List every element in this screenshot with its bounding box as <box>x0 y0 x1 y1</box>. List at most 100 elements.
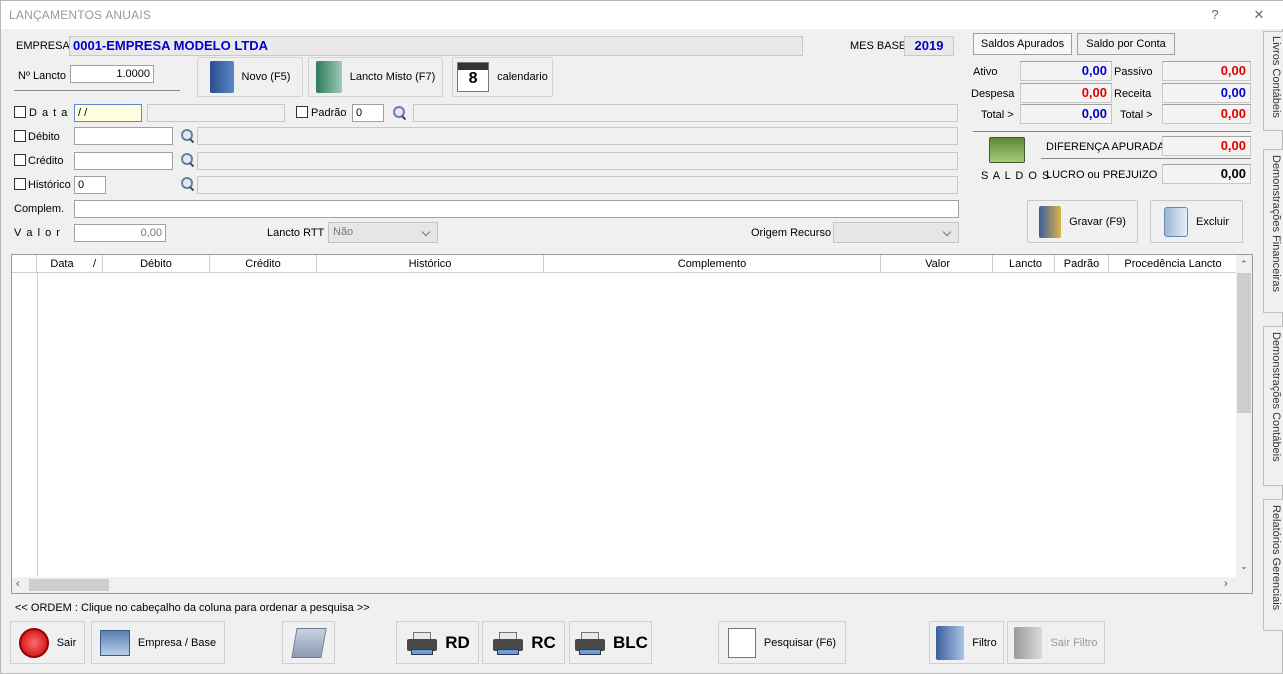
blc-label: BLC <box>613 632 648 652</box>
diferenca-value: 0,00 <box>1162 136 1251 156</box>
nlancto-field[interactable]: 1.0000 <box>70 65 154 83</box>
complem-field[interactable] <box>74 200 959 218</box>
title-bar: LANÇAMENTOS ANUAIS ? ✕ <box>1 1 1283 29</box>
grid-col-procedencia[interactable]: Procedência Lancto <box>1109 255 1237 273</box>
rd-button[interactable]: RD <box>396 621 479 664</box>
total-right-value: 0,00 <box>1162 104 1251 124</box>
grid-col-padrao[interactable]: Padrão <box>1055 255 1109 273</box>
sair-label: Sair <box>56 636 77 649</box>
padrao-desc-field <box>413 104 958 122</box>
pesquisar-button[interactable]: Pesquisar (F6) <box>718 621 846 664</box>
historico-label: Histórico <box>28 179 71 191</box>
mes-base-label: MES BASE <box>850 40 907 52</box>
scroll-left-icon[interactable]: ‹ <box>16 578 20 590</box>
grid-col-debito[interactable]: Débito <box>103 255 210 273</box>
calendario-button[interactable]: 8 calendario <box>452 57 553 97</box>
divider <box>14 90 180 91</box>
lucro-value: 0,00 <box>1162 164 1251 184</box>
ativo-value: 0,00 <box>1020 61 1112 81</box>
search-icon[interactable] <box>180 176 194 190</box>
debito-field[interactable] <box>74 127 173 145</box>
horizontal-scrollbar[interactable]: ‹ › <box>12 577 1252 593</box>
data-label: D a t a <box>29 107 69 119</box>
vertical-scrollbar[interactable]: ⌃ ⌄ <box>1236 255 1252 577</box>
main-window: LANÇAMENTOS ANUAIS ? ✕ EMPRESA 0001-EMPR… <box>0 0 1283 674</box>
despesa-value: 0,00 <box>1020 83 1112 103</box>
valor-field[interactable]: 0,00 <box>74 224 166 242</box>
ordem-hint: << ORDEM : Clique no cabeçalho da coluna… <box>15 602 370 614</box>
receita-value: 0,00 <box>1162 83 1251 103</box>
lancto-misto-button[interactable]: Lancto Misto (F7) <box>308 57 443 97</box>
search-list-icon <box>727 627 756 658</box>
sair-filtro-button[interactable]: Sair Filtro <box>1007 621 1105 664</box>
padrao-label: Padrão <box>311 107 347 119</box>
grid-col-data[interactable]: Data <box>37 255 87 273</box>
scroll-thumb-h[interactable] <box>29 579 109 591</box>
filter-icon <box>936 625 965 660</box>
padrao-field[interactable]: 0 <box>352 104 384 122</box>
rtt-select[interactable]: Não <box>328 222 438 243</box>
grid-col-complemento[interactable]: Complemento <box>544 255 881 273</box>
tab-demonstracoes-financeiras[interactable]: Demonstrações Financeiras <box>1263 149 1283 313</box>
passivo-label: Passivo <box>1114 66 1153 78</box>
tab-demonstracoes-financeiras-label: Demonstrações Financeiras <box>1270 155 1282 292</box>
grid-col-valor[interactable]: Valor <box>881 255 993 273</box>
mes-base-field: 2019 <box>904 36 954 56</box>
historico-field[interactable]: 0 <box>74 176 106 194</box>
saldos-label: S A L D O S <box>981 170 1051 182</box>
sair-button[interactable]: Sair <box>10 621 85 664</box>
debito-checkbox[interactable] <box>14 130 26 142</box>
search-icon[interactable] <box>392 105 406 119</box>
grid-col-lancto[interactable]: Lancto <box>993 255 1055 273</box>
rc-button[interactable]: RC <box>482 621 565 664</box>
money-icon <box>989 137 1025 163</box>
empresa-base-button[interactable]: Empresa / Base <box>91 621 225 664</box>
grid-col-sort[interactable]: / <box>87 255 103 273</box>
tab-saldo-por-conta[interactable]: Saldo por Conta <box>1077 33 1175 55</box>
credito-label: Crédito <box>28 155 64 167</box>
historico-desc-field <box>197 176 958 194</box>
scroll-down-icon[interactable]: ⌄ <box>1240 561 1248 572</box>
grid-col-credito[interactable]: Crédito <box>210 255 317 273</box>
filtro-button[interactable]: Filtro <box>929 621 1004 664</box>
help-button[interactable]: ? <box>1201 5 1229 25</box>
origem-select[interactable] <box>833 222 959 243</box>
empresa-field: 0001-EMPRESA MODELO LTDA <box>69 36 803 56</box>
close-button[interactable]: ✕ <box>1245 5 1273 25</box>
grid-header: Data / Débito Crédito Histórico Compleme… <box>12 255 1237 273</box>
tab-livros-contabeis[interactable]: Livros Contábeis <box>1263 31 1283 131</box>
scroll-thumb[interactable] <box>1237 273 1251 413</box>
excluir-button[interactable]: Excluir <box>1150 200 1243 243</box>
passivo-value: 0,00 <box>1162 61 1251 81</box>
debito-label: Débito <box>28 131 60 143</box>
credito-checkbox[interactable] <box>14 154 26 166</box>
tab-saldos-apurados[interactable]: Saldos Apurados <box>973 33 1072 55</box>
search-icon[interactable] <box>180 128 194 142</box>
rd-label: RD <box>445 632 470 652</box>
ledger-icon <box>315 61 342 93</box>
save-icon <box>1039 205 1062 238</box>
grid-indicator-divider <box>37 273 38 577</box>
tab-relatorios-gerenciais[interactable]: Relatórios Gerenciais <box>1263 499 1283 631</box>
data-field[interactable]: / / <box>74 104 142 122</box>
calculator-button[interactable] <box>282 621 335 664</box>
printer-icon <box>573 630 606 656</box>
search-icon[interactable] <box>180 152 194 166</box>
blc-button[interactable]: BLC <box>569 621 652 664</box>
credito-field[interactable] <box>74 152 173 170</box>
gravar-button[interactable]: Gravar (F9) <box>1027 200 1138 243</box>
novo-button[interactable]: Novo (F5) <box>197 57 303 97</box>
padrao-checkbox[interactable] <box>296 106 308 118</box>
scroll-right-icon[interactable]: › <box>1224 578 1228 590</box>
tab-demonstracoes-contabeis[interactable]: Demonstrações Contábeis <box>1263 326 1283 486</box>
divider <box>973 131 1251 132</box>
printer-icon <box>405 630 438 656</box>
rc-label: RC <box>531 632 556 652</box>
historico-checkbox[interactable] <box>14 178 26 190</box>
lancamentos-grid[interactable]: Data / Débito Crédito Histórico Compleme… <box>11 254 1253 594</box>
scroll-up-icon[interactable]: ⌃ <box>1240 259 1248 270</box>
data-checkbox[interactable] <box>14 106 26 118</box>
tab-livros-contabeis-label: Livros Contábeis <box>1270 36 1282 118</box>
filtro-label: Filtro <box>972 636 997 649</box>
grid-col-historico[interactable]: Histórico <box>317 255 544 273</box>
